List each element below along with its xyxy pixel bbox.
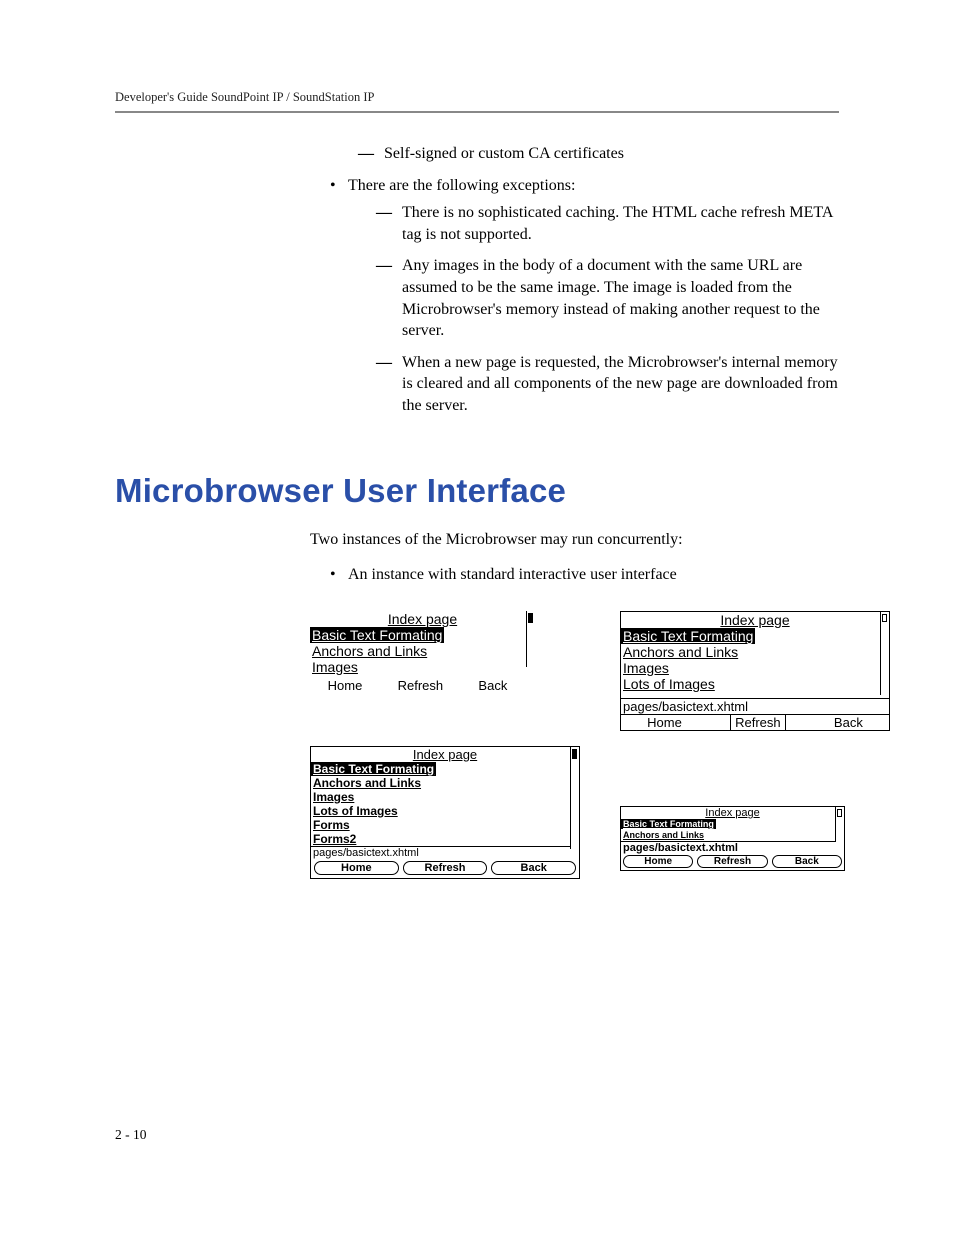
shot-title: Index page bbox=[621, 612, 889, 628]
btn-refresh: Refresh bbox=[403, 861, 488, 875]
shot-link: Forms2 bbox=[311, 832, 358, 846]
running-header: Developer's Guide SoundPoint IP / SoundS… bbox=[115, 90, 839, 105]
shot-selected: Basic Text Formating bbox=[621, 628, 755, 644]
dash-item: When a new page is requested, the Microb… bbox=[376, 352, 839, 417]
softkey-home: Home bbox=[643, 715, 686, 730]
shot-title: Index page bbox=[621, 807, 844, 819]
body-column: Self-signed or custom CA certificates Th… bbox=[310, 143, 839, 417]
dash-item: There is no sophisticated caching. The H… bbox=[376, 202, 839, 245]
softkey-refresh: Refresh bbox=[394, 678, 448, 693]
shot-link: Images bbox=[621, 660, 671, 676]
shot-selected: Basic Text Formating bbox=[621, 819, 716, 829]
shot-link: Anchors and Links bbox=[621, 644, 740, 660]
shot-status: pages/basictext.xhtml bbox=[621, 841, 844, 854]
shot-status: pages/basictext.xhtml bbox=[621, 698, 889, 714]
softkey-home: Home bbox=[324, 678, 367, 693]
bullet-text: There are the following exceptions: bbox=[348, 177, 575, 194]
shot-link: Lots of Images bbox=[311, 804, 400, 818]
shot-link: Images bbox=[310, 659, 360, 675]
shot-status: pages/basictext.xhtml bbox=[311, 846, 579, 859]
softkey-refresh: Refresh bbox=[730, 715, 786, 730]
shot-link: Images bbox=[311, 790, 356, 804]
shot-title: Index page bbox=[310, 611, 535, 627]
bullet-item: There are the following exceptions: Ther… bbox=[330, 175, 839, 417]
shot-link: Anchors and Links bbox=[310, 643, 429, 659]
shot-selected: Basic Text Formating bbox=[311, 762, 436, 776]
shot-title: Index page bbox=[311, 747, 579, 762]
section-heading: Microbrowser User Interface bbox=[115, 472, 839, 510]
section-intro: Two instances of the Microbrowser may ru… bbox=[310, 528, 839, 586]
screenshot-medium-1: Index page Basic Text Formating Anchors … bbox=[620, 611, 890, 731]
shot-link: — bbox=[621, 692, 639, 698]
btn-home: Home bbox=[623, 855, 693, 868]
shot-link: Forms bbox=[311, 818, 352, 832]
dash-item: Self-signed or custom CA certificates bbox=[358, 143, 839, 165]
btn-back: Back bbox=[491, 861, 576, 875]
dash-item: Any images in the body of a document wit… bbox=[376, 255, 839, 341]
shot-link: Lots of Images bbox=[621, 676, 717, 692]
softkey-back: Back bbox=[830, 715, 867, 730]
btn-refresh: Refresh bbox=[697, 855, 767, 868]
intro-paragraph: Two instances of the Microbrowser may ru… bbox=[310, 528, 839, 551]
shot-selected: Basic Text Formating bbox=[310, 627, 444, 643]
screenshot-tiny-1: Index page Basic Text Formating Anchors … bbox=[620, 806, 845, 871]
header-rule bbox=[115, 111, 839, 113]
softkey-back: Back bbox=[474, 678, 511, 693]
screenshots-grid: Index page Basic Text Formating Anchors … bbox=[310, 611, 839, 879]
shot-link: Anchors and Links bbox=[621, 830, 706, 840]
screenshot-large-1: Index page Basic Text Formating Anchors … bbox=[310, 746, 580, 879]
bullet-item: An instance with standard interactive us… bbox=[330, 563, 839, 586]
screenshot-small-1: Index page Basic Text Formating Anchors … bbox=[310, 611, 535, 691]
btn-back: Back bbox=[772, 855, 842, 868]
btn-home: Home bbox=[314, 861, 399, 875]
shot-link: Anchors and Links bbox=[311, 776, 423, 790]
page-number: 2 - 10 bbox=[115, 1127, 147, 1143]
